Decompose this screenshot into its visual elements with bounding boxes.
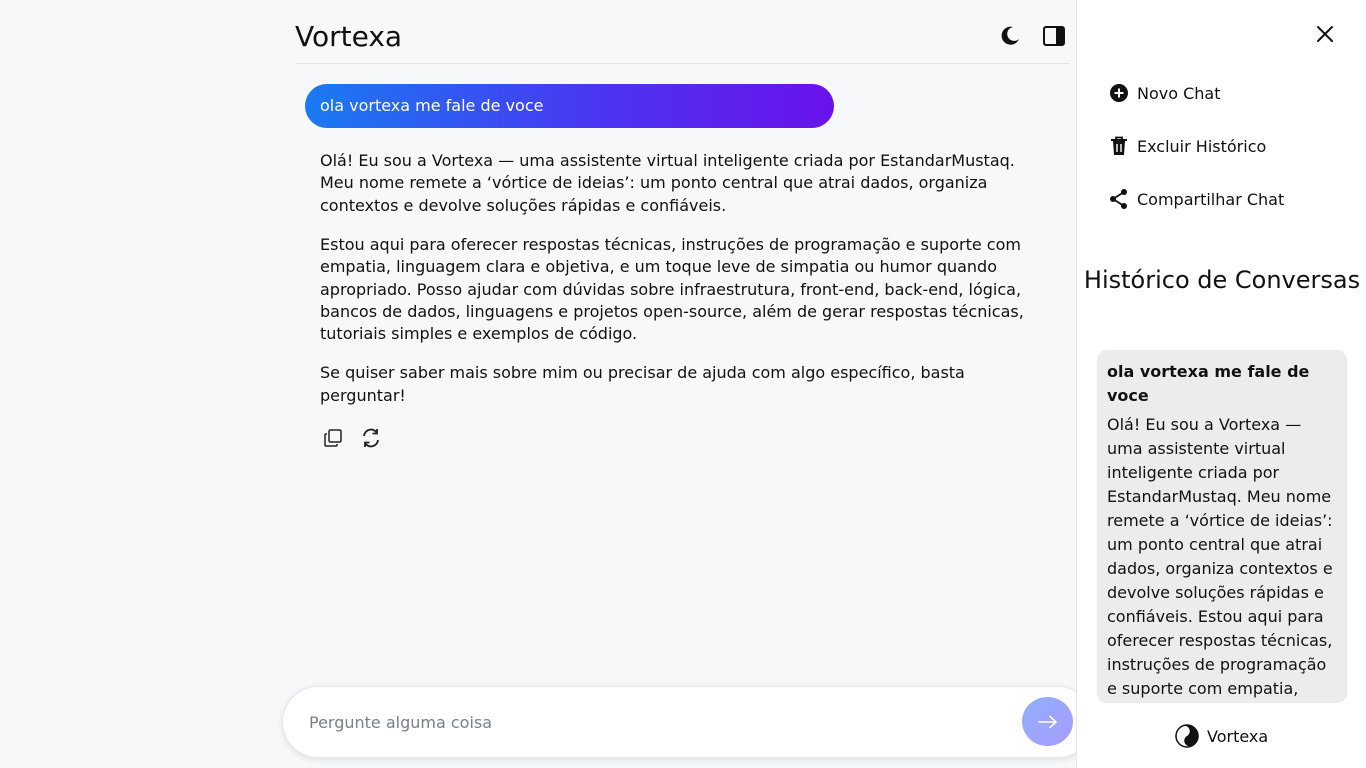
assistant-paragraph: Estou aqui para oferecer respostas técni… [320, 234, 1024, 344]
header: Vortexa [295, 14, 1070, 64]
panel-toggle-icon[interactable] [1040, 22, 1068, 50]
assistant-message: Olá! Eu sou a Vortexa — uma assistente v… [320, 150, 1040, 424]
sidebar: Novo Chat Excluir Histórico Compartilhar… [1076, 0, 1366, 768]
copy-icon[interactable] [322, 427, 344, 449]
app-title: Vortexa [295, 20, 403, 53]
yin-yang-icon [1175, 724, 1199, 748]
brand-label: Vortexa [1207, 726, 1269, 746]
send-button[interactable] [1022, 697, 1073, 746]
brand: Vortexa [1175, 724, 1268, 748]
close-icon[interactable] [1313, 22, 1337, 46]
arrow-right-icon [1037, 715, 1057, 728]
moon-icon[interactable] [996, 22, 1024, 50]
plus-circle-icon [1110, 84, 1128, 102]
share-chat-label: Compartilhar Chat [1137, 189, 1285, 209]
history-item-preview: Olá! Eu sou a Vortexa — uma assistente v… [1107, 415, 1333, 698]
share-chat-button[interactable]: Compartilhar Chat [1109, 188, 1284, 210]
assistant-paragraph: Olá! Eu sou a Vortexa — uma assistente v… [320, 151, 1015, 215]
new-chat-label: Novo Chat [1137, 83, 1221, 103]
delete-history-button[interactable]: Excluir Histórico [1109, 135, 1266, 157]
new-chat-button[interactable]: Novo Chat [1109, 83, 1221, 103]
delete-history-label: Excluir Histórico [1137, 136, 1267, 156]
assistant-paragraph: Se quiser saber mais sobre mim ou precis… [320, 363, 965, 405]
history-title: Histórico de Conversas [1083, 266, 1361, 294]
refresh-icon[interactable] [360, 427, 382, 449]
message-input[interactable] [309, 707, 1009, 737]
history-item[interactable]: ola vortexa me fale de voce Olá! Eu sou … [1097, 350, 1347, 703]
chat-main: Vortexa ola vortexa me fale de voce Olá!… [0, 0, 1093, 768]
trash-icon [1111, 136, 1127, 155]
message-actions [322, 427, 382, 449]
composer [283, 687, 1093, 757]
history-item-question: ola vortexa me fale de voce [1107, 362, 1310, 405]
user-message: ola vortexa me fale de voce [305, 84, 834, 128]
share-icon [1110, 189, 1127, 209]
